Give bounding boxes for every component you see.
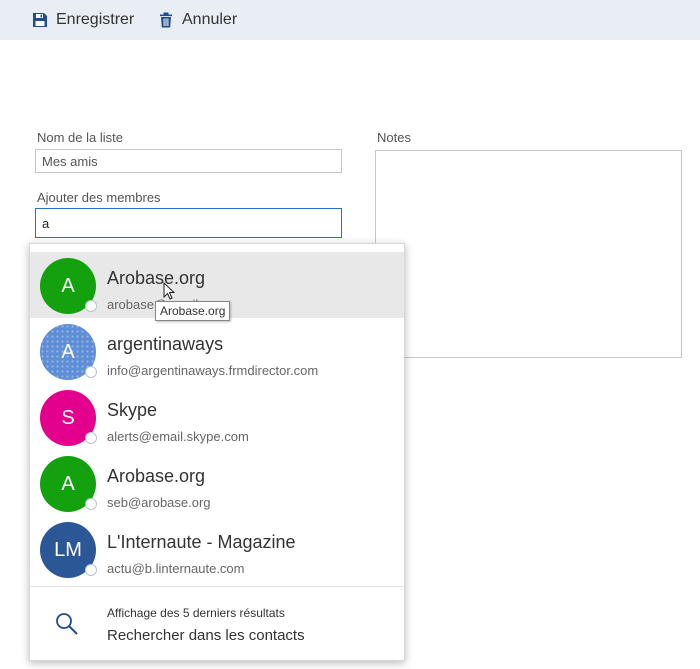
contact-email: info@argentinaways.frmdirector.com <box>107 363 319 378</box>
notes-label: Notes <box>377 130 411 145</box>
avatar: A <box>40 456 97 512</box>
search-contacts-button[interactable]: Affichage des 5 derniers résultats Reche… <box>30 587 404 660</box>
contact-name: Arobase.org <box>107 466 206 486</box>
suggestion-item[interactable]: LM L'Internaute - Magazine actu@b.linter… <box>30 516 404 582</box>
avatar: LM <box>40 522 97 578</box>
suggestion-item[interactable]: A argentinaways info@argentinaways.frmdi… <box>30 318 404 384</box>
contact-name: L'Internaute - Magazine <box>107 532 296 552</box>
suggestion-item[interactable]: S Skype alerts@email.skype.com <box>30 384 404 450</box>
avatar-initials: LM <box>54 538 82 561</box>
list-name-label: Nom de la liste <box>37 130 123 145</box>
contact-email: alerts@email.skype.com <box>107 429 249 444</box>
contact-name: Arobase.org <box>107 268 206 288</box>
trash-icon <box>160 12 172 28</box>
contact-email: seb@arobase.org <box>107 495 211 510</box>
contact-email: actu@b.linternaute.com <box>107 561 245 576</box>
save-button[interactable]: Enregistrer <box>32 0 134 40</box>
list-name-field[interactable]: Mes amis <box>35 149 342 173</box>
avatar: S <box>40 390 97 446</box>
avatar-initials: S <box>61 406 75 429</box>
contact-name: Skype <box>107 400 158 420</box>
cancel-label: Annuler <box>182 11 238 28</box>
cancel-button[interactable]: Annuler <box>158 0 237 40</box>
command-bar: Enregistrer Annuler <box>0 0 700 40</box>
avatar: A <box>40 324 97 380</box>
avatar-initials: A <box>61 340 75 363</box>
floppy-disk-icon <box>33 13 47 27</box>
add-members-input[interactable]: a <box>35 208 342 238</box>
mouse-pointer-icon <box>163 282 175 300</box>
avatar-initials: A <box>61 472 75 495</box>
avatar: A <box>40 258 97 314</box>
search-contacts-label: Rechercher dans les contacts <box>107 627 305 644</box>
presence-status-icon <box>85 366 97 378</box>
tooltip: Arobase.org <box>155 301 231 321</box>
contact-name: argentinaways <box>107 334 224 354</box>
presence-status-icon <box>85 498 97 510</box>
notes-textarea[interactable] <box>375 150 682 358</box>
presence-status-icon <box>85 564 97 576</box>
presence-status-icon <box>85 300 97 312</box>
save-label: Enregistrer <box>56 11 135 28</box>
presence-status-icon <box>85 432 97 444</box>
add-members-label: Ajouter des membres <box>37 190 161 205</box>
avatar-initials: A <box>61 274 75 297</box>
search-icon <box>56 613 78 635</box>
suggestion-item[interactable]: A Arobase.org seb@arobase.org <box>30 450 404 516</box>
results-count-text: Affichage des 5 derniers résultats <box>107 606 285 620</box>
